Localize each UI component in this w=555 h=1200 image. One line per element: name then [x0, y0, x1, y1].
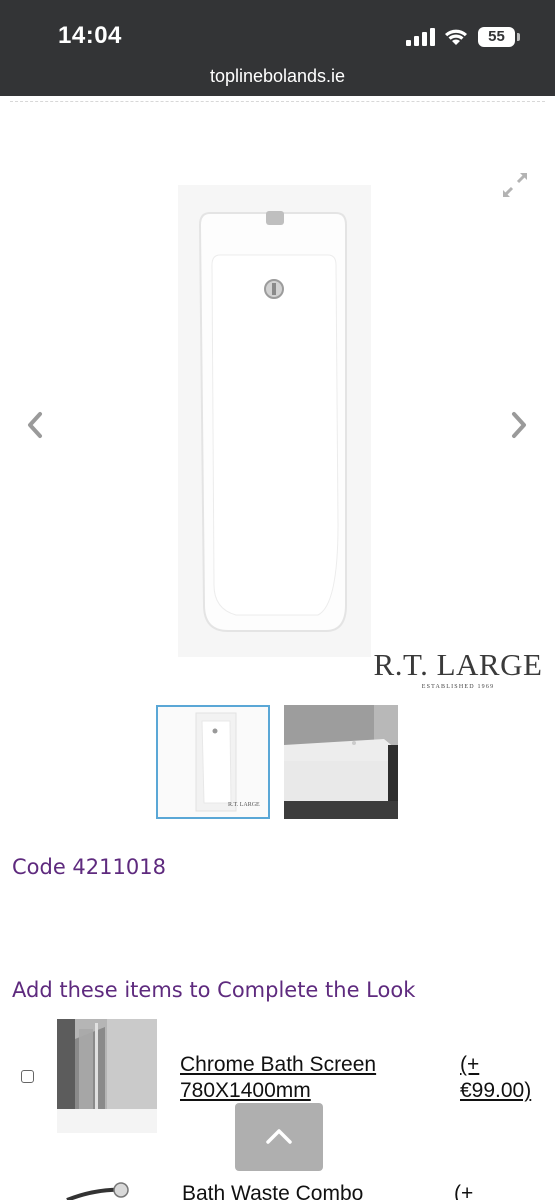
thumbnail-2[interactable] — [284, 705, 398, 819]
item-1-price-line1: (+ — [460, 1053, 480, 1076]
divider — [10, 101, 545, 102]
chevron-right-icon[interactable] — [506, 408, 532, 442]
complete-the-look-title: Add these items to Complete the Look — [12, 978, 416, 1002]
wifi-icon — [445, 29, 467, 45]
item-1-price-line2: €99.00) — [460, 1079, 532, 1102]
status-time: 14:04 — [58, 22, 122, 49]
item-1-checkbox[interactable] — [21, 1070, 34, 1083]
brand-tagline: ESTABLISHED 1969 — [421, 684, 495, 690]
thumbnail-brand-label: R.T. LARGE — [228, 802, 260, 808]
expand-icon[interactable] — [498, 168, 532, 202]
brand-name: R.T. LARGE — [373, 647, 543, 682]
chevron-left-icon[interactable] — [22, 408, 48, 442]
item-1-name-line1[interactable]: Chrome Bath Screen — [180, 1052, 376, 1078]
item-1-name-line2[interactable]: 780X1400mm — [180, 1078, 311, 1104]
thumbnail-1[interactable]: R.T. LARGE — [156, 705, 270, 819]
status-bar: 14:04 55 toplinebolands.ie — [0, 0, 555, 96]
signal-icon — [406, 28, 435, 46]
product-code: Code 4211018 — [12, 855, 166, 879]
item-2-price-line1: (+ — [454, 1182, 474, 1200]
item-2-image[interactable] — [57, 1180, 157, 1200]
brand-logo: R.T. LARGE ESTABLISHED 1969 — [368, 647, 548, 691]
item-2-name-line1[interactable]: Bath Waste Combo — [182, 1181, 363, 1200]
address-bar-url[interactable]: toplinebolands.ie — [0, 66, 555, 87]
battery-icon: 55 — [478, 27, 520, 47]
item-1-image[interactable] — [57, 1019, 157, 1133]
chevron-up-icon — [266, 1129, 292, 1144]
back-to-top-button[interactable] — [235, 1103, 323, 1171]
main-product-image[interactable] — [178, 185, 371, 657]
